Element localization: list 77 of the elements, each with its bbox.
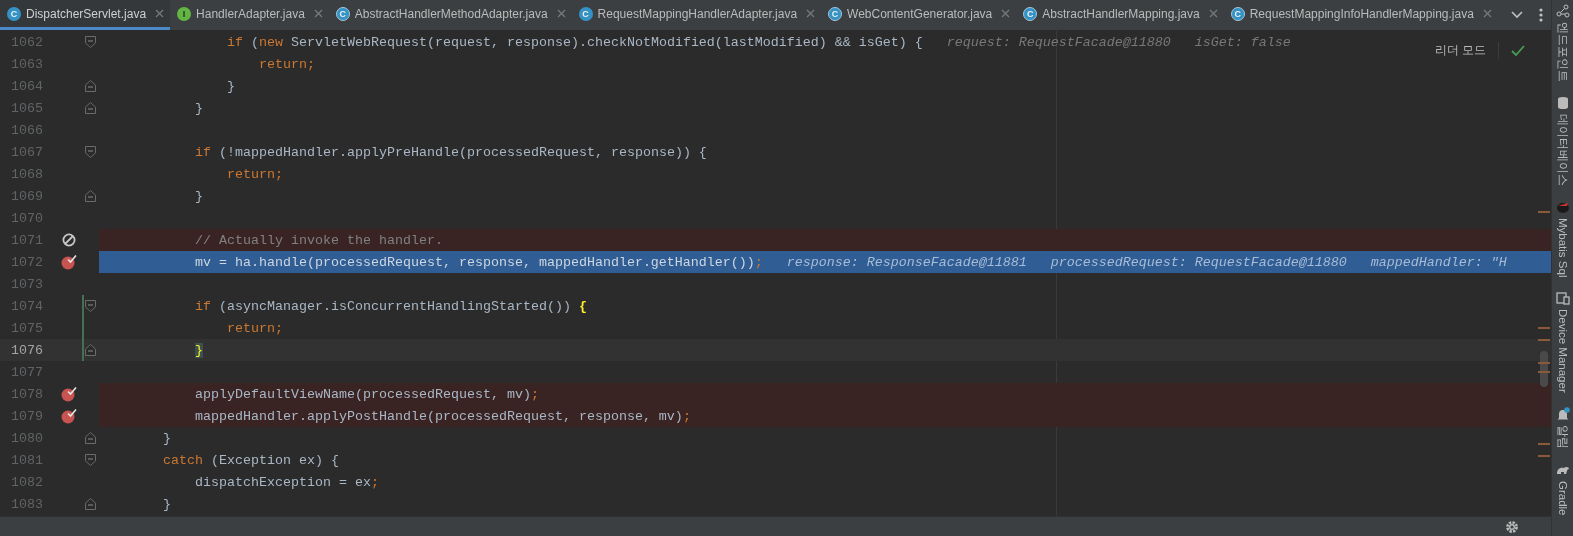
tool-window-button[interactable]: 엔드포인트 xyxy=(1555,4,1570,82)
close-icon xyxy=(556,9,566,18)
code-line: } xyxy=(225,78,235,94)
editor-tab[interactable]: C RequestMappingInfoHandlerMapping.java xyxy=(1223,0,1498,30)
code-line: catch (Exception ex) { xyxy=(162,452,339,468)
editor-tab[interactable]: C RequestMappingHandlerAdapter.java xyxy=(571,0,822,30)
code-line: if (asyncManager.isConcurrentHandlingStarted()) { xyxy=(193,298,587,314)
code-line: applyDefaultViewName(processedRequest, mv); xyxy=(193,386,539,402)
editor-tab[interactable]: C WebContentGenerator.java xyxy=(821,0,1017,30)
line-number: 1066 xyxy=(10,122,44,138)
close-icon xyxy=(1482,9,1492,18)
code-line: mv = ha.handle(processedRequest, response, mappedHandler.getHandler()); xyxy=(193,254,763,270)
tool-window-button[interactable]: 데이터베이스 xyxy=(1555,96,1570,186)
editor-tab[interactable]: I HandlerAdapter.java xyxy=(170,0,329,30)
line-number: 1081 xyxy=(10,452,44,468)
tool-window-button[interactable]: Gradle xyxy=(1555,463,1570,516)
code-line: } xyxy=(162,430,171,446)
settings-button[interactable] xyxy=(1505,519,1519,534)
line-number: 1065 xyxy=(10,100,44,116)
code-line: // Actually invoke the handler. xyxy=(193,232,443,248)
abstract-icon: C xyxy=(1230,6,1245,21)
line-number: 1068 xyxy=(10,166,44,182)
editor-tab[interactable]: C AbstractHandlerMapping.java xyxy=(1016,0,1224,30)
editor-tab[interactable]: C DispatcherServlet.java xyxy=(0,0,171,30)
line-number: 1064 xyxy=(10,78,44,94)
interface-icon: I xyxy=(177,6,192,21)
code-line: if (!mappedHandler.applyPreHandle(processedRequest, response)) { xyxy=(193,144,707,160)
code-line: if (new ServletWebRequest(request, response).checkNotModified(lastModified) && isGet) { xyxy=(225,34,923,50)
line-number: 1070 xyxy=(10,210,44,226)
line-number: 1075 xyxy=(10,320,44,336)
code-line: } xyxy=(193,100,203,116)
line-number: 1077 xyxy=(10,364,44,380)
line-number: 1073 xyxy=(10,276,44,292)
abstract-icon: C xyxy=(828,6,843,21)
code-line: return; xyxy=(225,166,283,182)
line-number: 1076 xyxy=(10,342,44,358)
code-line: } xyxy=(193,188,203,204)
code-line: return; xyxy=(257,56,315,72)
check-icon xyxy=(1511,45,1525,56)
close-icon xyxy=(806,9,816,18)
code-line: dispatchException = ex; xyxy=(193,474,379,490)
code-line: return; xyxy=(225,320,283,336)
tool-window-button[interactable]: Mybatis Sql xyxy=(1555,200,1570,278)
line-number: 1074 xyxy=(10,298,44,314)
abstract-icon: C xyxy=(1023,6,1038,21)
abstract-icon: C xyxy=(335,6,350,21)
close-icon xyxy=(313,9,323,18)
close-icon xyxy=(1208,9,1218,18)
code-line: } xyxy=(162,496,171,512)
chevron-down-icon xyxy=(1511,11,1523,19)
more-icon xyxy=(1539,8,1543,22)
line-number: 1071 xyxy=(10,232,44,248)
debug-value: processedRequest: RequestFacade@11880 xyxy=(1050,254,1347,270)
debug-value: response: ResponseFacade@11881 xyxy=(786,254,1027,270)
close-icon xyxy=(1001,9,1011,18)
debug-value: mappedHandler: "H xyxy=(1370,254,1507,270)
line-number: 1078 xyxy=(10,386,44,402)
editor-tab[interactable]: C AbstractHandlerMethodAdapter.java xyxy=(328,0,572,30)
class-icon: C xyxy=(7,6,21,21)
line-number: 1069 xyxy=(10,188,44,204)
debug-value: isGet: false xyxy=(1194,34,1291,50)
line-number: 1072 xyxy=(10,254,44,270)
line-number: 1082 xyxy=(10,474,44,490)
class-icon: C xyxy=(578,6,593,21)
line-number: 1062 xyxy=(10,34,44,50)
reader-mode-label[interactable]: 리더 모드 xyxy=(1434,42,1499,59)
settings-icon xyxy=(1505,519,1519,534)
line-number: 1063 xyxy=(10,56,44,72)
debug-value: request: RequestFacade@11880 xyxy=(946,34,1171,50)
line-number: 1067 xyxy=(10,144,44,160)
tool-window-button[interactable]: Device Manager xyxy=(1555,291,1570,394)
line-number: 1080 xyxy=(10,430,44,446)
code-line: mappedHandler.applyPostHandle(processedRequest, response, mv); xyxy=(193,408,691,424)
line-number: 1083 xyxy=(10,496,44,512)
tool-window-button[interactable]: 알림 xyxy=(1555,407,1570,450)
line-number: 1079 xyxy=(10,408,44,424)
close-icon xyxy=(155,9,165,18)
